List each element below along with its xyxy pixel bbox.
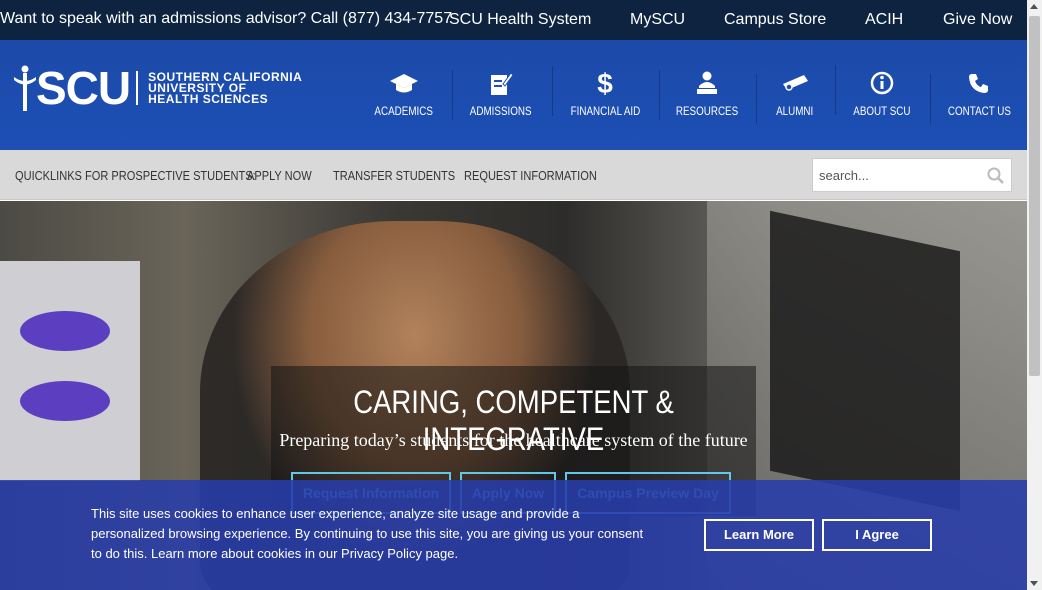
nav-divider (756, 74, 757, 124)
toplink-campus-store[interactable]: Campus Store (724, 11, 826, 29)
nav-academics[interactable]: ACADEMICS (372, 66, 436, 122)
glove-image (20, 381, 110, 421)
nav-academics-label: ACADEMICS (374, 104, 434, 118)
nav-contact-us[interactable]: CONTACT US (942, 66, 1016, 122)
scrollbar-thumb[interactable] (1029, 16, 1040, 376)
main-header: SCU SOUTHERN CALIFORNIA UNIVERSITY OF HE… (0, 40, 1027, 150)
logo-wordmark: SOUTHERN CALIFORNIA UNIVERSITY OF HEALTH… (148, 71, 302, 106)
edit-document-icon (489, 66, 513, 100)
admissions-phone-text[interactable]: Want to speak with an admissions advisor… (0, 10, 452, 28)
logo-mark: SCU (36, 62, 131, 114)
scroll-down-arrow-icon[interactable] (1030, 581, 1038, 586)
caduceus-icon (14, 65, 36, 111)
nav-alumni-label: ALUMNI (776, 104, 814, 118)
nav-admissions-label: ADMISSIONS (470, 104, 532, 118)
nav-contact-us-label: CONTACT US (947, 104, 1011, 118)
nav-about-scu-label: ABOUT SCU (853, 104, 911, 118)
nav-divider (930, 74, 931, 124)
diploma-icon (780, 66, 810, 100)
svg-text:$: $ (597, 68, 613, 98)
search-box (812, 158, 1012, 192)
toplink-give-now[interactable]: Give Now (943, 11, 1012, 29)
nav-divider (452, 70, 453, 120)
logo-divider (136, 71, 139, 105)
learn-more-button[interactable]: Learn More (704, 519, 814, 551)
scu-logo[interactable]: SCU SOUTHERN CALIFORNIA UNIVERSITY OF HE… (14, 64, 302, 112)
search-icon[interactable] (987, 167, 1005, 190)
monitor-image (770, 210, 960, 512)
glove-dispenser (0, 261, 140, 481)
quicklinks-heading: QUICKLINKS FOR PROSPECTIVE STUDENTS: (15, 168, 256, 183)
nav-divider (659, 70, 660, 120)
graduation-cap-icon (389, 66, 419, 100)
cookie-message: This site uses cookies to enhance user e… (91, 506, 644, 561)
nav-divider (552, 66, 553, 116)
toplink-health-system[interactable]: SCU Health System (449, 11, 591, 29)
i-agree-button[interactable]: I Agree (822, 519, 932, 551)
cookie-consent-banner: This site uses cookies to enhance user e… (0, 480, 1027, 590)
nav-resources[interactable]: RESOURCES (672, 66, 742, 122)
glove-image (20, 311, 110, 351)
nav-divider (835, 65, 836, 115)
info-icon (870, 66, 894, 100)
quicklink-transfer-students[interactable]: TRANSFER STUDENTS (333, 168, 455, 183)
logo-line-3: HEALTH SCIENCES (148, 91, 269, 106)
nav-alumni[interactable]: ALUMNI (768, 66, 822, 122)
top-utility-bar: Want to speak with an admissions advisor… (0, 0, 1027, 40)
quicklink-request-information[interactable]: REQUEST INFORMATION (464, 168, 597, 183)
nav-about-scu[interactable]: ABOUT SCU (848, 66, 916, 122)
nav-admissions[interactable]: ADMISSIONS (464, 66, 538, 122)
phone-icon (968, 66, 990, 100)
search-input[interactable] (813, 159, 973, 191)
nav-financial-aid[interactable]: $ FINANCIAL AID (564, 66, 646, 122)
quicklink-apply-now[interactable]: APPLY NOW (247, 168, 312, 183)
dollar-icon: $ (596, 66, 614, 100)
scroll-up-arrow-icon[interactable] (1030, 4, 1038, 9)
toplink-acih[interactable]: ACIH (865, 11, 903, 29)
hero-subtitle: Preparing today’s students for the healt… (279, 430, 748, 450)
nav-resources-label: RESOURCES (675, 104, 739, 118)
vertical-scrollbar[interactable] (1027, 0, 1042, 590)
people-icon (694, 66, 720, 100)
nav-financial-aid-label: FINANCIAL AID (570, 104, 640, 118)
toplink-myscu[interactable]: MySCU (630, 11, 685, 29)
